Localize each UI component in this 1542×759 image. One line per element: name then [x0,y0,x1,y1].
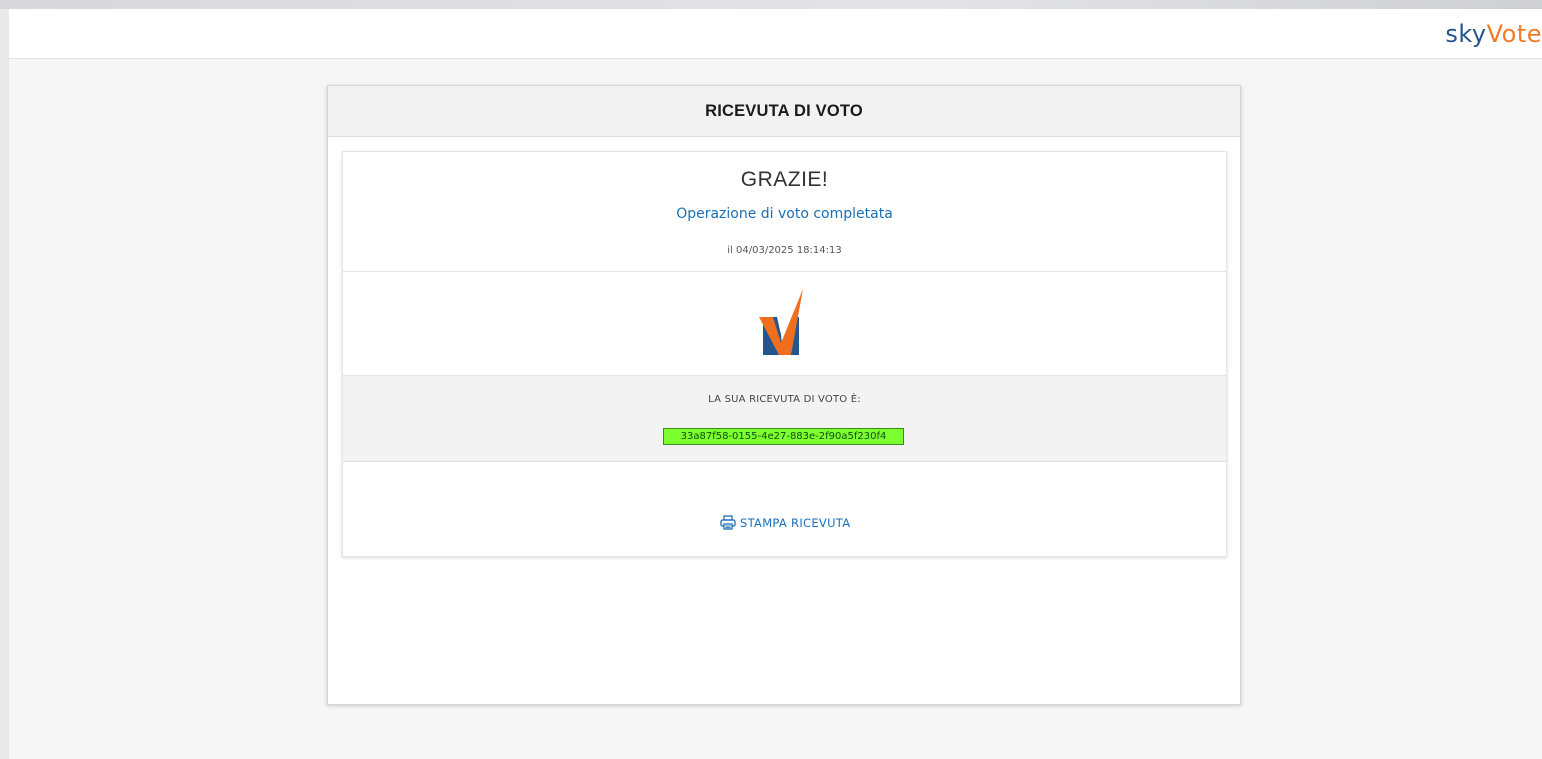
printer-icon [720,515,736,530]
skyvote-logo[interactable]: sky Vote [1445,17,1542,51]
receipt-code: 33a87f58-0155-4e27-883e-2f90a5f230f4 [663,428,904,445]
logo-section [343,272,1226,376]
logo-text-vote: Vote [1486,20,1542,48]
confirmation-section: GRAZIE! Operazione di voto completata il… [343,152,1226,272]
receipt-label: LA SUA RICEVUTA DI VOTO È: [708,394,861,405]
print-receipt-label: STAMPA RICEVUTA [740,515,851,530]
vote-timestamp: il 04/03/2025 18:14:13 [727,245,842,256]
receipt-card: RICEVUTA DI VOTO GRAZIE! Operazione di v… [327,85,1241,705]
receipt-section: LA SUA RICEVUTA DI VOTO È: 33a87f58-0155… [343,376,1226,462]
receipt-panel: GRAZIE! Operazione di voto completata il… [342,151,1227,557]
logo-text-sky: sky [1445,20,1487,48]
completion-message: Operazione di voto completata [676,206,893,222]
top-navbar: sky Vote [9,9,1542,59]
app-container: sky Vote RICEVUTA DI VOTO GRAZIE! Operazi… [9,9,1542,759]
thanks-heading: GRAZIE! [740,168,829,191]
vote-check-logo-icon [759,289,803,355]
window-top-strip [0,0,1542,9]
print-section: STAMPA RICEVUTA [343,462,1226,557]
card-title: RICEVUTA DI VOTO [328,86,1240,137]
print-receipt-button[interactable]: STAMPA RICEVUTA [720,515,850,530]
